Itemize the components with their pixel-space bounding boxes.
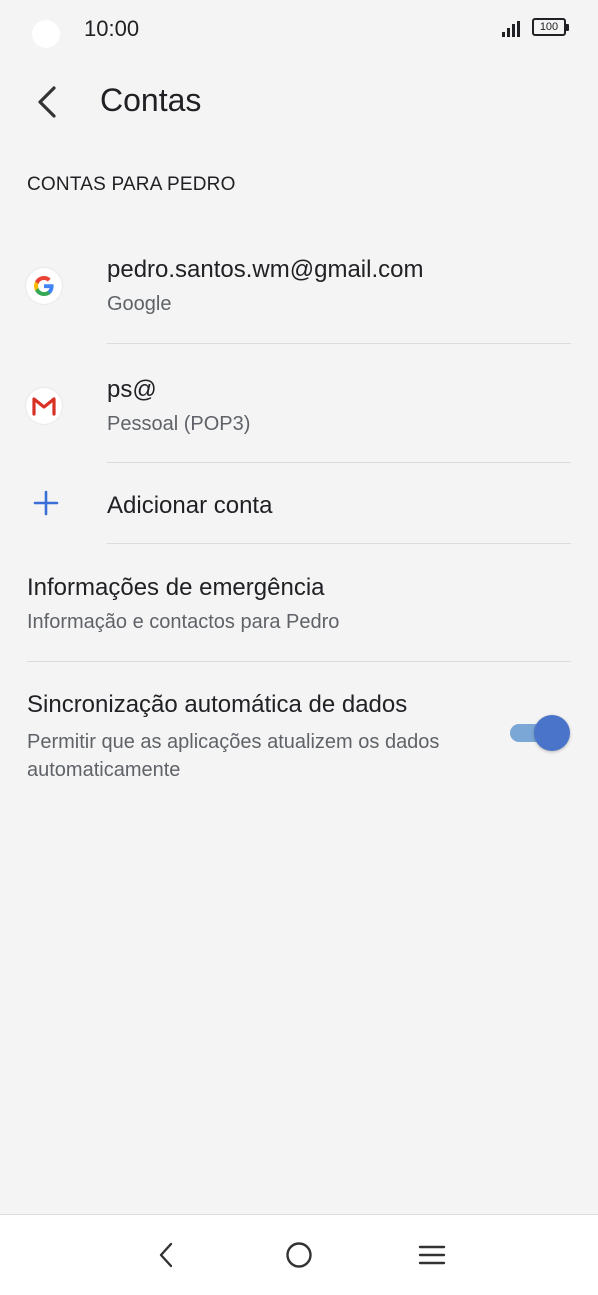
app-bar: Contas — [0, 68, 598, 136]
back-button[interactable] — [22, 76, 74, 128]
recents-icon — [418, 1245, 446, 1265]
account-row-pop3[interactable]: ps@ Pessoal (POP3) — [0, 360, 598, 464]
account-subtitle: Pessoal (POP3) — [107, 413, 251, 435]
add-account-label: Adicionar conta — [107, 492, 273, 519]
nav-home-button[interactable] — [277, 1233, 321, 1277]
account-title: pedro.santos.wm@gmail.com — [107, 256, 424, 283]
status-indicator-dot — [32, 20, 60, 48]
emergency-subtitle: Informação e contactos para Pedro — [27, 611, 340, 633]
auto-sync-title: Sincronização automática de dados — [27, 691, 408, 718]
auto-sync-toggle[interactable] — [508, 715, 570, 751]
google-icon — [26, 268, 62, 304]
status-time: 10:00 — [84, 16, 140, 41]
divider — [107, 343, 571, 344]
status-bar: 10:00 100 — [0, 0, 598, 60]
account-subtitle: Google — [107, 293, 172, 315]
toggle-thumb — [534, 715, 570, 751]
account-row-google[interactable]: pedro.santos.wm@gmail.com Google — [0, 240, 598, 344]
plus-icon — [33, 490, 59, 516]
add-account-row[interactable]: Adicionar conta — [0, 464, 598, 544]
home-icon — [286, 1242, 312, 1268]
battery-tip — [566, 24, 569, 31]
nav-back-button[interactable] — [144, 1233, 188, 1277]
emergency-info-row[interactable]: Informações de emergência Informação e c… — [0, 544, 598, 662]
section-header: CONTAS PARA PEDRO — [27, 174, 236, 195]
page-title: Contas — [100, 82, 202, 118]
chevron-left-icon — [38, 86, 56, 118]
auto-sync-subtitle: Permitir que as aplicações atualizem os … — [27, 731, 440, 781]
back-icon — [159, 1242, 173, 1268]
emergency-title: Informações de emergência — [27, 574, 325, 601]
nav-recents-button[interactable] — [410, 1233, 454, 1277]
battery-icon: 100 — [532, 18, 566, 36]
divider — [107, 462, 571, 463]
signal-icon — [502, 21, 522, 37]
gmail-icon — [26, 388, 62, 424]
navigation-bar — [0, 1214, 598, 1295]
account-title: ps@ — [107, 376, 157, 403]
